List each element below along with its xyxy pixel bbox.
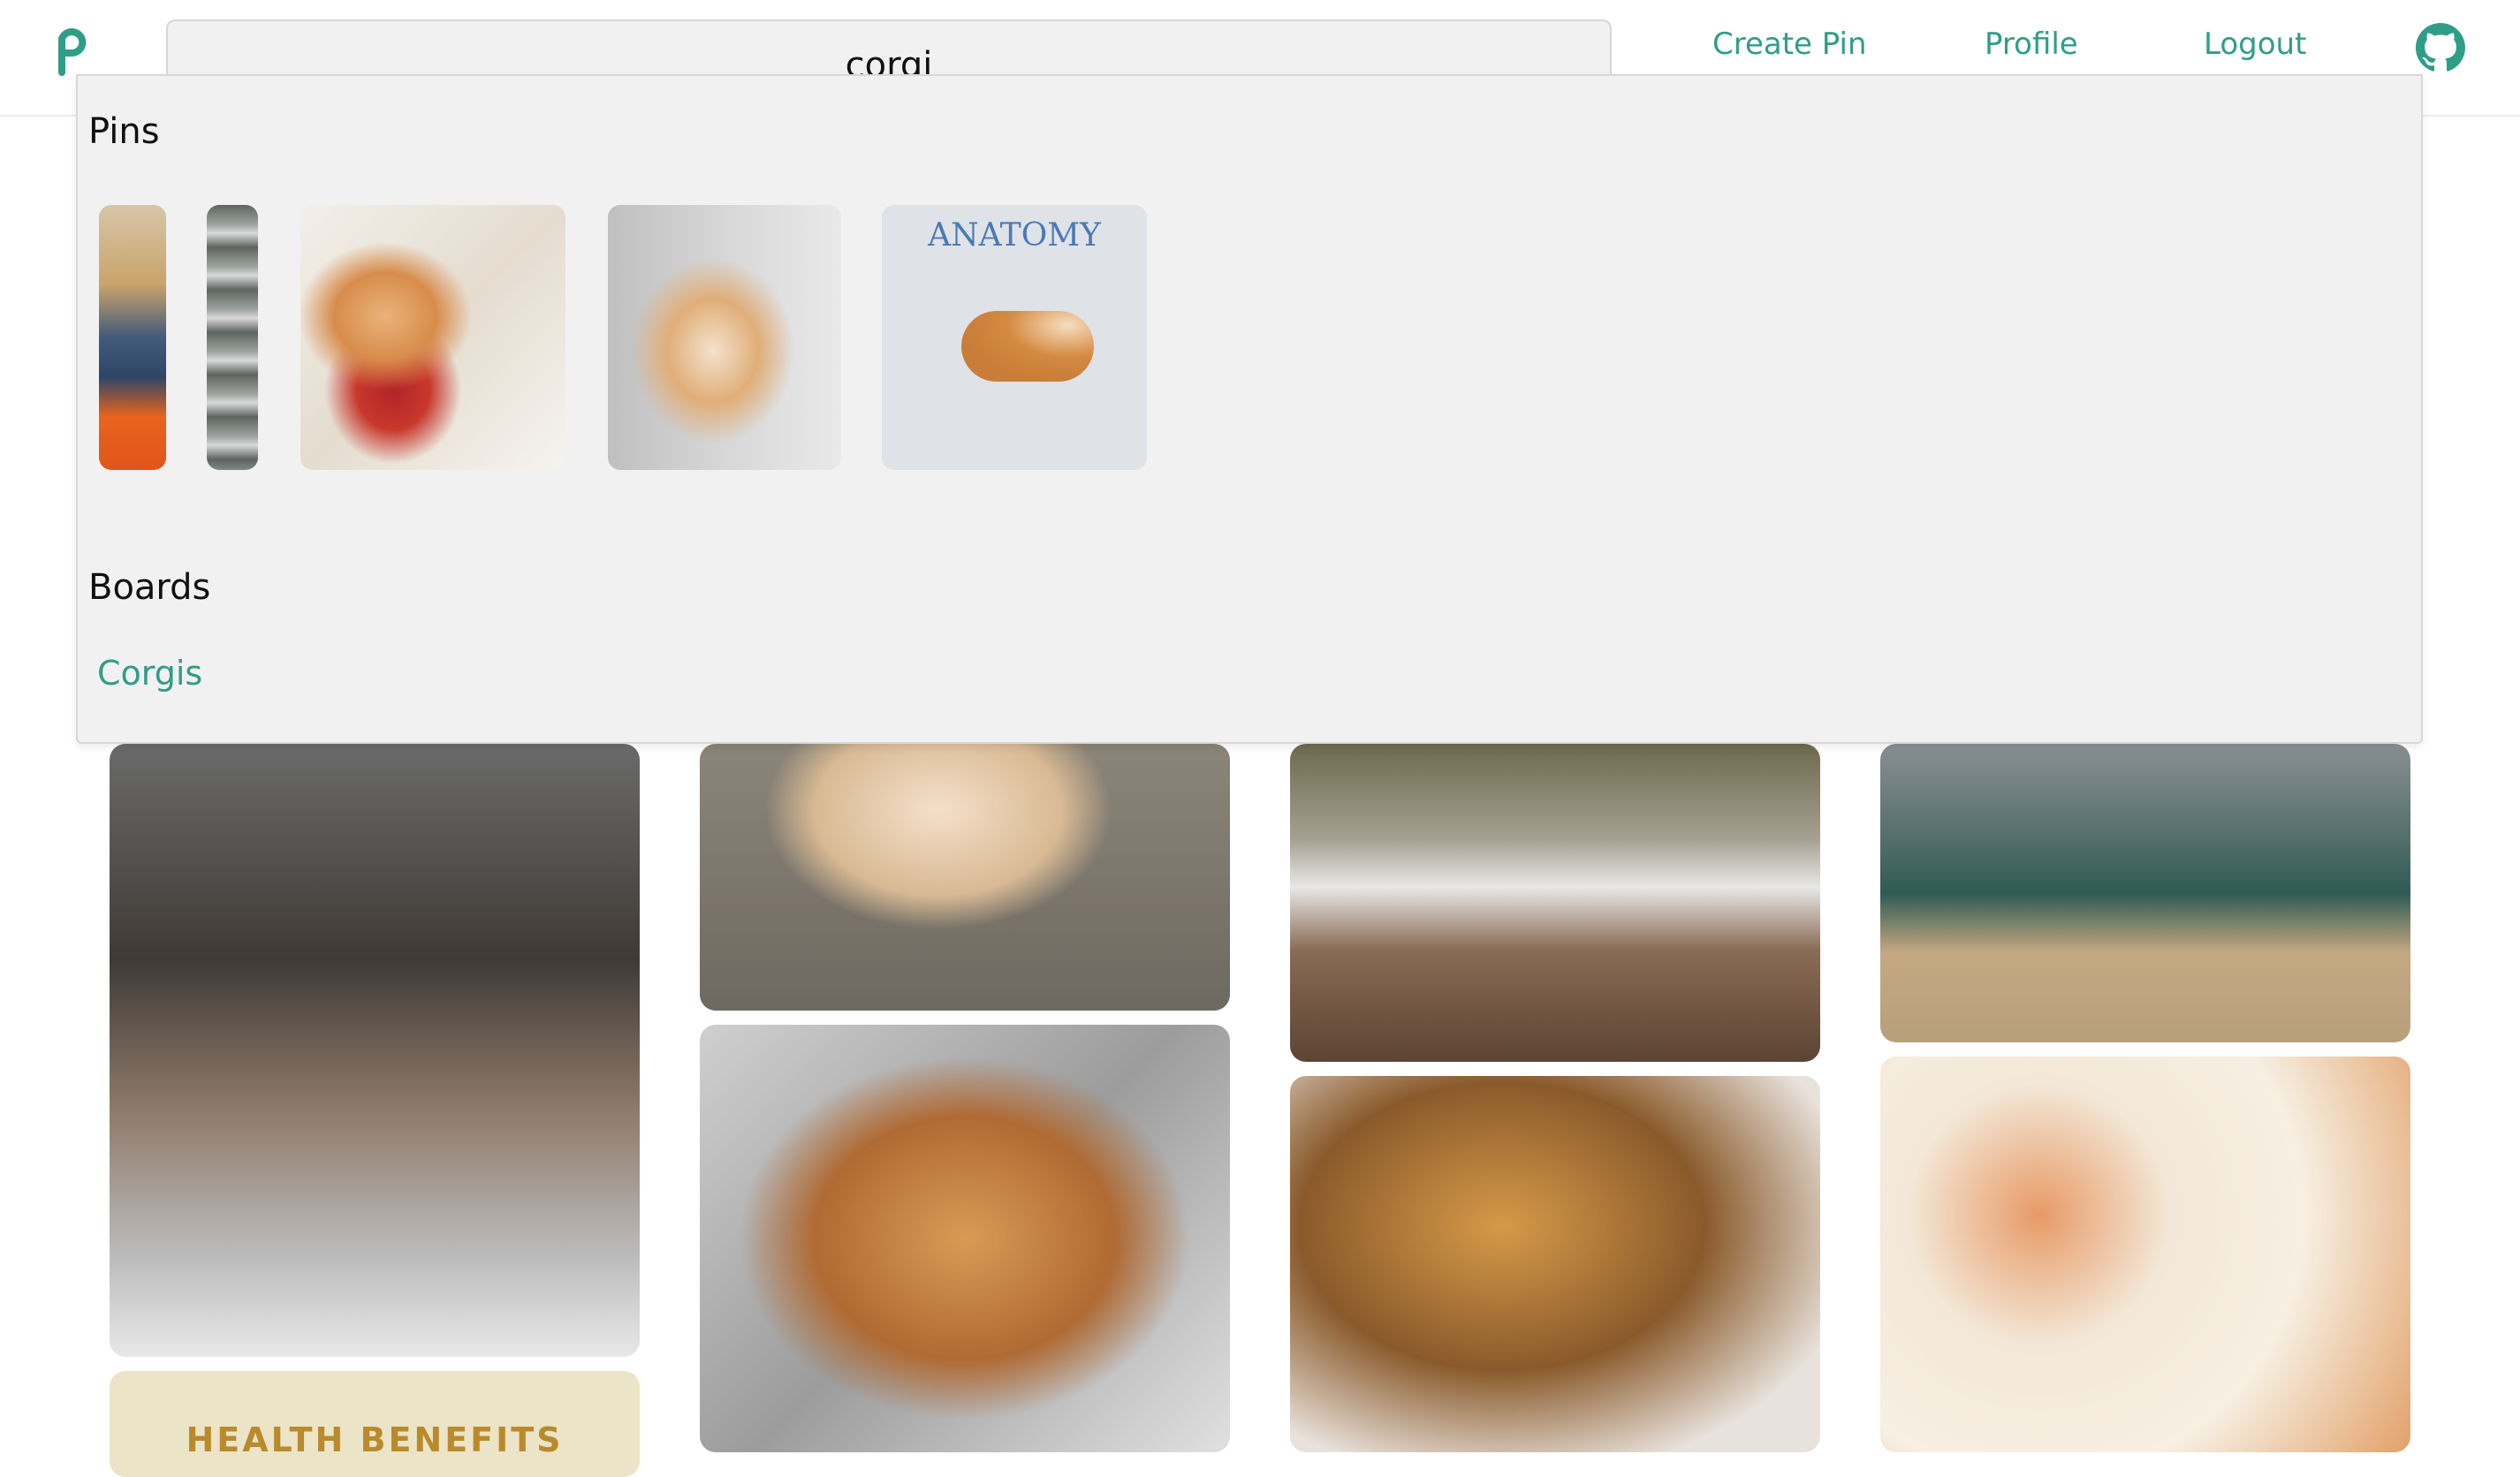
feed-pin-health-benefits[interactable]: HEALTH BENEFITS xyxy=(110,1371,640,1477)
boards-heading: Boards xyxy=(88,567,211,608)
corgi-lying-pin[interactable] xyxy=(608,205,841,470)
feed-pin-living-room[interactable] xyxy=(1880,744,2410,1042)
corgi-harry-potter-pin[interactable] xyxy=(300,205,565,470)
corgi-steps-pin[interactable] xyxy=(207,205,258,470)
logo-icon[interactable] xyxy=(55,27,90,76)
anatomy-title: ANATOMY xyxy=(928,217,1101,254)
feed-pin-cheese-bread[interactable] xyxy=(700,1025,1230,1452)
corgi-collage-pin[interactable] xyxy=(99,205,166,470)
pins-heading: Pins xyxy=(88,111,160,152)
corgi-illustration xyxy=(961,311,1094,382)
feed-pin-puppy[interactable] xyxy=(700,744,1230,1011)
github-icon[interactable] xyxy=(2416,23,2465,72)
nav-profile[interactable]: Profile xyxy=(1985,27,2078,62)
health-benefits-text: HEALTH BENEFITS xyxy=(186,1420,564,1459)
feed-pin-bathroom[interactable] xyxy=(110,744,640,1357)
nav-logout[interactable]: Logout xyxy=(2204,27,2306,62)
board-link-corgis[interactable]: Corgis xyxy=(97,654,202,693)
feed-pin-shrimp-gnocchi[interactable] xyxy=(1880,1057,2410,1452)
anatomy-of-a-corgi-pin[interactable]: ANATOMY xyxy=(882,205,1147,470)
feed-pin-rolls[interactable] xyxy=(1290,1076,1820,1452)
feed-pin-porch-swing[interactable] xyxy=(1290,744,1820,1062)
nav-create-pin[interactable]: Create Pin xyxy=(1712,27,1867,62)
search-results-dropdown: Pins ANATOMY Boards Corgis xyxy=(76,74,2423,744)
